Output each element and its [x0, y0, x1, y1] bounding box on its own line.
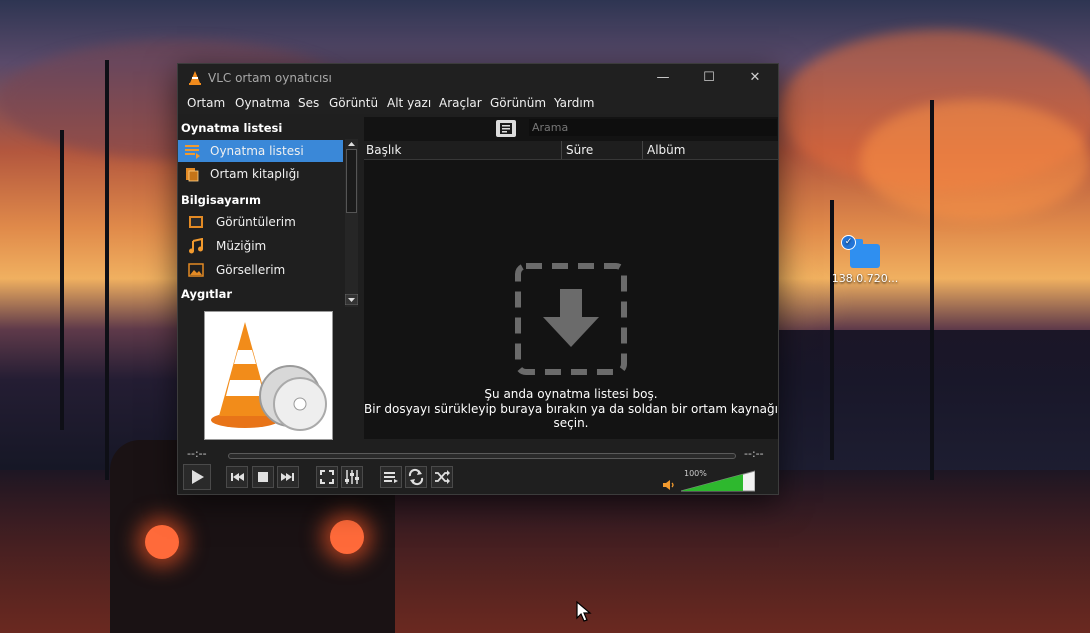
seek-row: --:-- --:--: [178, 444, 778, 464]
mouse-cursor-icon: [576, 600, 592, 622]
seek-slider[interactable]: [228, 453, 736, 459]
sidebar-item-music[interactable]: Müziğim: [178, 235, 343, 257]
media-library-icon: [186, 168, 199, 182]
sidebar-header-playlist: Oynatma listesi: [181, 121, 283, 135]
sidebar-header-devices: Aygıtlar: [181, 287, 233, 301]
vlc-window: VLC ortam oynatıcısı — ☐ ✕ Ortam Oynatma…: [177, 63, 779, 495]
column-album[interactable]: Albüm: [647, 143, 685, 157]
empty-playlist-hint: Bir dosyayı sürükleyip buraya bırakın ya…: [364, 402, 778, 430]
title-bar[interactable]: VLC ortam oynatıcısı — ☐ ✕: [178, 64, 778, 92]
sidebar-scrollbar[interactable]: [345, 139, 358, 307]
close-button[interactable]: ✕: [732, 64, 778, 92]
music-icon: [189, 238, 203, 254]
videos-icon: [189, 216, 203, 228]
sidebar-item-label: Müziğim: [216, 239, 267, 253]
play-button[interactable]: [183, 464, 211, 490]
minimize-button[interactable]: —: [640, 64, 686, 92]
search-input[interactable]: [529, 119, 777, 136]
desktop-folder-shortcut[interactable]: ✓ 138.0.720...: [830, 235, 900, 285]
loop-button[interactable]: [405, 466, 427, 488]
total-time: --:--: [744, 447, 764, 460]
menu-playback[interactable]: Oynatma: [235, 96, 290, 110]
column-separator[interactable]: [561, 141, 562, 159]
sidebar-item-pictures[interactable]: Görsellerim: [178, 259, 343, 281]
extended-settings-button[interactable]: [341, 466, 363, 488]
sidebar-item-label: Ortam kitaplığı: [210, 167, 300, 181]
sidebar-item-playlist[interactable]: Oynatma listesi: [178, 140, 343, 162]
toggle-playlist-button[interactable]: [380, 466, 402, 488]
scroll-up-icon[interactable]: [345, 139, 358, 149]
column-duration[interactable]: Süre: [566, 143, 593, 157]
next-button[interactable]: [277, 466, 299, 488]
drop-download-icon: [515, 263, 627, 375]
sidebar-item-label: Oynatma listesi: [210, 144, 304, 158]
window-title: VLC ortam oynatıcısı: [208, 71, 332, 85]
sidebar-header-computer: Bilgisayarım: [181, 193, 261, 207]
sidebar-item-videos[interactable]: Görüntülerim: [178, 211, 343, 233]
scrollbar-thumb[interactable]: [346, 149, 357, 213]
fullscreen-button[interactable]: [316, 466, 338, 488]
folder-icon: ✓: [841, 235, 880, 268]
vlc-cone-icon: [189, 71, 201, 85]
volume-slider[interactable]: [681, 470, 755, 492]
empty-playlist-message: Şu anda oynatma listesi boş.: [484, 387, 658, 401]
sidebar-item-label: Görüntülerim: [216, 215, 296, 229]
sidebar-item-label: Görsellerim: [216, 263, 286, 277]
column-separator[interactable]: [642, 141, 643, 159]
vlc-logo-icon: [211, 322, 327, 431]
menu-help[interactable]: Yardım: [554, 96, 594, 110]
previous-button[interactable]: [226, 466, 248, 488]
elapsed-time: --:--: [187, 447, 207, 460]
sidebar-item-media-library[interactable]: Ortam kitaplığı: [178, 163, 343, 185]
playlist-column-header: Başlık Süre Albüm: [364, 141, 778, 160]
menu-subtitle[interactable]: Alt yazı: [387, 96, 431, 110]
desktop-icon-label: 138.0.720...: [831, 272, 899, 285]
shuffle-button[interactable]: [431, 466, 453, 488]
menu-audio[interactable]: Ses: [298, 96, 319, 110]
menu-view[interactable]: Görünüm: [490, 96, 546, 110]
stop-button[interactable]: [252, 466, 274, 488]
scroll-down-icon[interactable]: [345, 294, 358, 305]
maximize-button[interactable]: ☐: [686, 64, 732, 92]
speaker-icon[interactable]: [661, 477, 677, 493]
column-title[interactable]: Başlık: [366, 143, 401, 157]
check-icon: ✓: [841, 235, 856, 250]
menu-bar: Ortam Oynatma Ses Görüntü Alt yazı Araçl…: [178, 92, 778, 114]
pictures-icon: [188, 263, 204, 277]
playlist-icon: [185, 145, 200, 159]
album-art: [204, 311, 333, 440]
menu-video[interactable]: Görüntü: [329, 96, 378, 110]
menu-media[interactable]: Ortam: [187, 96, 225, 110]
menu-tools[interactable]: Araçlar: [439, 96, 482, 110]
playlist-view-mode-icon[interactable]: [496, 120, 516, 137]
